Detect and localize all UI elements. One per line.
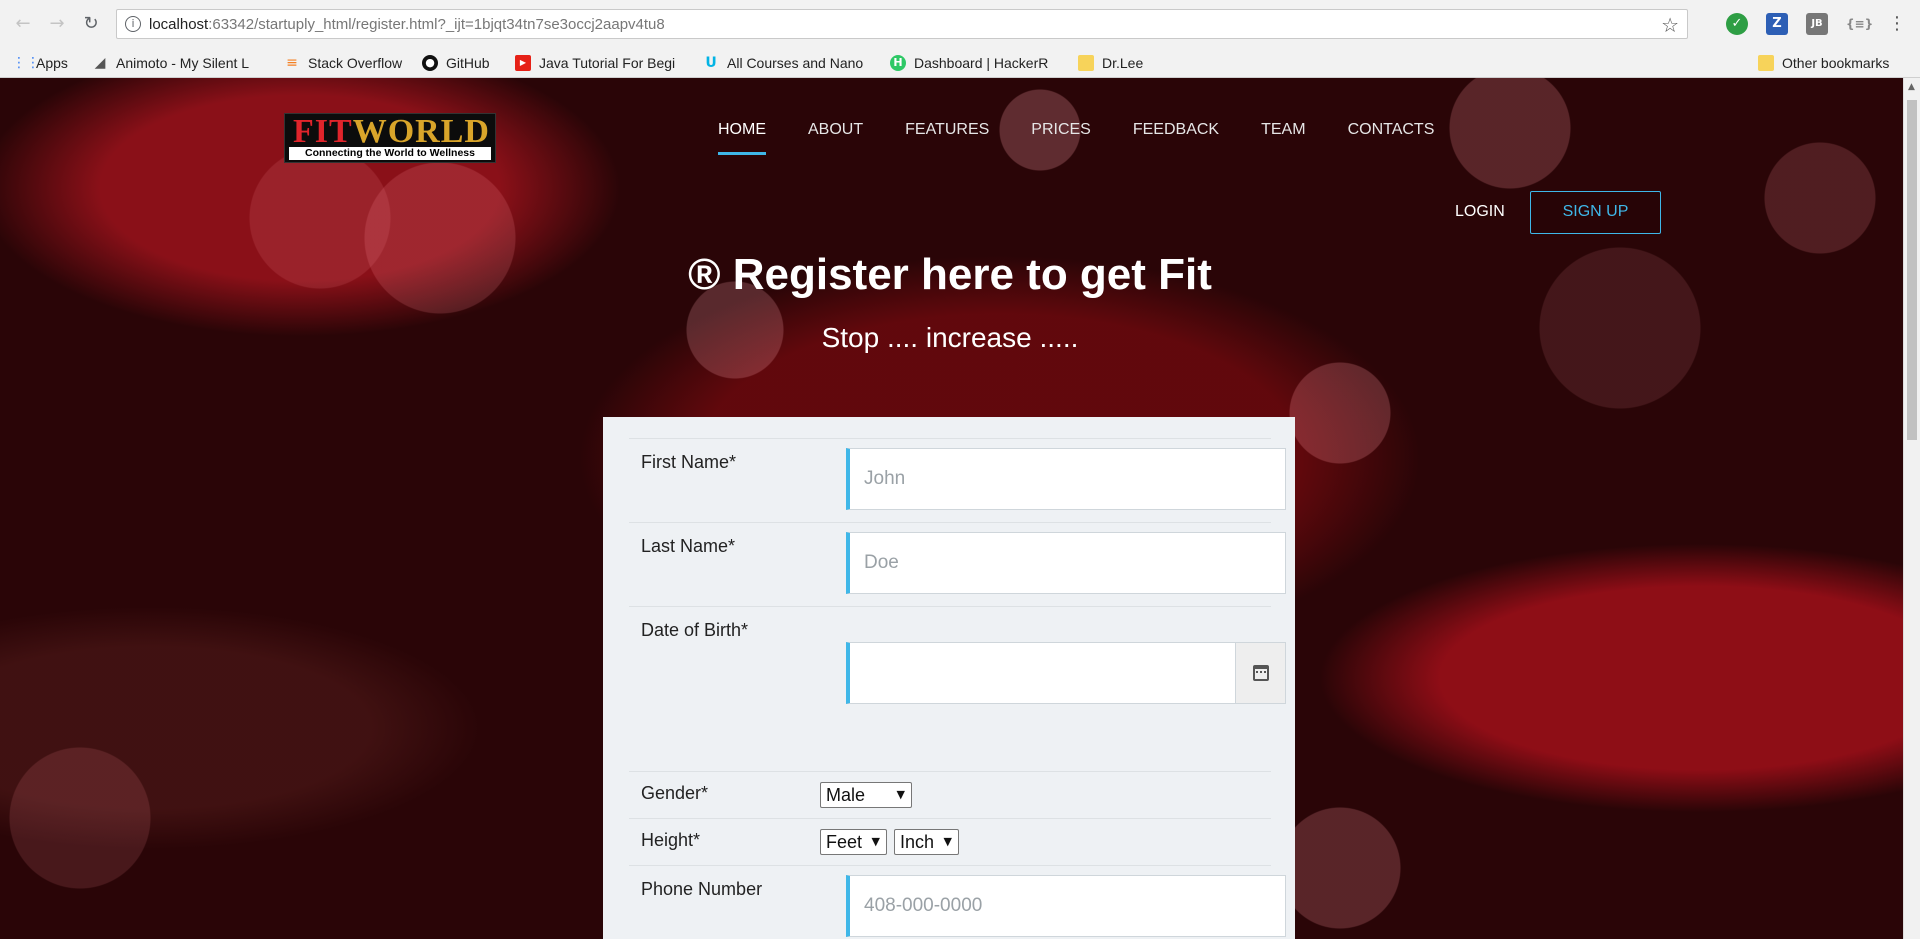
github-icon: ●: [422, 55, 438, 71]
caret-down-icon: ▼: [943, 835, 952, 848]
height-inch-value: Inch: [900, 832, 935, 852]
last-name-placeholder: Doe: [864, 552, 899, 573]
bookmark-java-tutorial[interactable]: ▶ Java Tutorial For Begi: [515, 54, 685, 72]
dob-input[interactable]: [846, 642, 1286, 704]
last-name-row: Last Name* Doe: [629, 522, 1286, 606]
logo-world: WORLD: [352, 113, 490, 150]
gender-select[interactable]: Male ▼: [820, 782, 912, 808]
gender-value: Male: [826, 785, 866, 805]
first-name-input[interactable]: John: [846, 448, 1286, 510]
checkmark-extension-icon[interactable]: ✓: [1726, 13, 1748, 35]
youtube-icon: ▶: [515, 55, 531, 71]
fitworld-logo[interactable]: FITWORLD Connecting the World to Wellnes…: [284, 113, 496, 163]
folder-icon: [1758, 55, 1774, 71]
apps-grid-icon: ⋮⋮: [12, 55, 40, 71]
nav-prices[interactable]: PRICES: [1031, 121, 1091, 145]
height-row: Height* Feet ▼ Inch ▼: [629, 818, 1271, 865]
gender-row: Gender* Male ▼: [629, 771, 1271, 818]
page-title: ® Register here to get Fit: [688, 250, 1212, 299]
page-scrollbar[interactable]: ▲: [1903, 78, 1920, 939]
scroll-up-icon[interactable]: ▲: [1908, 82, 1915, 92]
main-nav: HOME ABOUT FEATURES PRICES FEEDBACK TEAM…: [718, 121, 1476, 155]
height-feet-select[interactable]: Feet ▼: [820, 829, 887, 855]
login-link[interactable]: LOGIN: [1455, 203, 1505, 221]
last-name-input[interactable]: Doe: [846, 532, 1286, 594]
calendar-icon: [1253, 665, 1269, 681]
phone-row: Phone Number 408-000-0000: [629, 865, 1286, 939]
bookmark-label: Dr.Lee: [1102, 55, 1144, 71]
dob-label: Date of Birth*: [641, 620, 749, 640]
signup-button[interactable]: SIGN UP: [1530, 191, 1661, 234]
browser-toolbar: ← → ↻ i localhost:63342/startuply_html/r…: [0, 0, 1920, 48]
bookmark-label: All Courses and Nano: [727, 55, 864, 71]
browser-chrome: ← → ↻ i localhost:63342/startuply_html/r…: [0, 0, 1920, 78]
nav-about[interactable]: ABOUT: [808, 121, 863, 145]
address-bar[interactable]: i localhost:63342/startuply_html/registe…: [116, 9, 1688, 39]
jetbrains-extension-icon[interactable]: JB: [1806, 13, 1828, 35]
register-form: First Name* John Last Name* Doe Date of …: [603, 417, 1295, 939]
nav-feedback[interactable]: FEEDBACK: [1133, 121, 1219, 145]
dob-row: Date of Birth*: [629, 606, 1286, 771]
caret-down-icon: ▼: [896, 788, 905, 801]
bookmark-label: Animoto - My Silent L: [116, 55, 250, 71]
bookmark-dr-lee[interactable]: Dr.Lee: [1078, 54, 1168, 72]
nav-home[interactable]: HOME: [718, 121, 766, 155]
bookmark-udacity[interactable]: U All Courses and Nano: [703, 54, 873, 72]
other-bookmarks-label: Other bookmarks: [1782, 55, 1890, 71]
url-text[interactable]: localhost:63342/startuply_html/register.…: [149, 16, 665, 33]
url-host: localhost: [149, 16, 209, 33]
page-content: FITWORLD Connecting the World to Wellnes…: [0, 78, 1920, 939]
bookmark-label: Stack Overflow: [308, 55, 403, 71]
height-inch-select[interactable]: Inch ▼: [894, 829, 959, 855]
other-bookmarks[interactable]: Other bookmarks: [1758, 54, 1908, 72]
bookmarks-bar: ⋮⋮ Apps ◢ Animoto - My Silent L ≡ Stack …: [0, 48, 1920, 78]
caret-down-icon: ▼: [871, 835, 880, 848]
nav-team[interactable]: TEAM: [1261, 121, 1305, 145]
height-label: Height*: [641, 830, 701, 850]
z-extension-icon[interactable]: Z: [1766, 13, 1788, 35]
phone-input[interactable]: 408-000-0000: [846, 875, 1286, 937]
animoto-icon: ◢: [94, 55, 106, 71]
reload-icon[interactable]: ↻: [80, 13, 102, 35]
info-icon[interactable]: i: [125, 16, 141, 32]
first-name-row: First Name* John: [629, 438, 1286, 522]
bookmark-stackoverflow[interactable]: ≡ Stack Overflow: [284, 54, 414, 72]
bookmark-label: Dashboard | HackerR: [914, 55, 1049, 71]
bookmark-label: Java Tutorial For Begi: [539, 55, 676, 71]
gender-label: Gender*: [641, 783, 709, 803]
url-path: :63342/startuply_html/register.html?_ijt…: [208, 16, 665, 33]
bookmark-label: GitHub: [446, 55, 490, 71]
folder-icon: [1078, 55, 1094, 71]
first-name-label: First Name*: [641, 452, 737, 472]
phone-label: Phone Number: [641, 879, 763, 899]
calendar-button[interactable]: [1235, 643, 1285, 703]
bookmark-label: Apps: [36, 55, 68, 71]
scrollbar-thumb[interactable]: [1907, 100, 1917, 440]
nav-contacts[interactable]: CONTACTS: [1348, 121, 1435, 145]
bookmark-github[interactable]: ● GitHub: [422, 54, 502, 72]
stackoverflow-icon: ≡: [286, 55, 298, 71]
udacity-icon: U: [705, 55, 717, 71]
phone-placeholder: 408-000-0000: [864, 895, 983, 916]
hackerrank-icon: H: [890, 55, 906, 71]
bookmark-hackerrank[interactable]: H Dashboard | HackerR: [890, 54, 1060, 72]
first-name-placeholder: John: [864, 468, 906, 489]
nav-features[interactable]: FEATURES: [905, 121, 989, 145]
json-extension-icon[interactable]: {≡}: [1846, 13, 1873, 35]
back-arrow-icon[interactable]: ←: [12, 13, 34, 35]
browser-menu-icon[interactable]: ⋮: [1888, 12, 1906, 36]
page-subtitle: Stop .... increase .....: [821, 322, 1079, 353]
bookmark-star-icon[interactable]: ☆: [1661, 13, 1679, 37]
bookmark-animoto[interactable]: ◢ Animoto - My Silent L: [92, 54, 262, 72]
logo-wordmark: FITWORLD: [293, 115, 490, 149]
height-feet-value: Feet: [826, 832, 863, 852]
logo-tagline: Connecting the World to Wellness: [289, 147, 491, 160]
forward-arrow-icon[interactable]: →: [46, 13, 68, 35]
logo-fit: FIT: [293, 113, 353, 150]
bookmark-apps[interactable]: ⋮⋮ Apps: [12, 54, 82, 72]
last-name-label: Last Name*: [641, 536, 736, 556]
